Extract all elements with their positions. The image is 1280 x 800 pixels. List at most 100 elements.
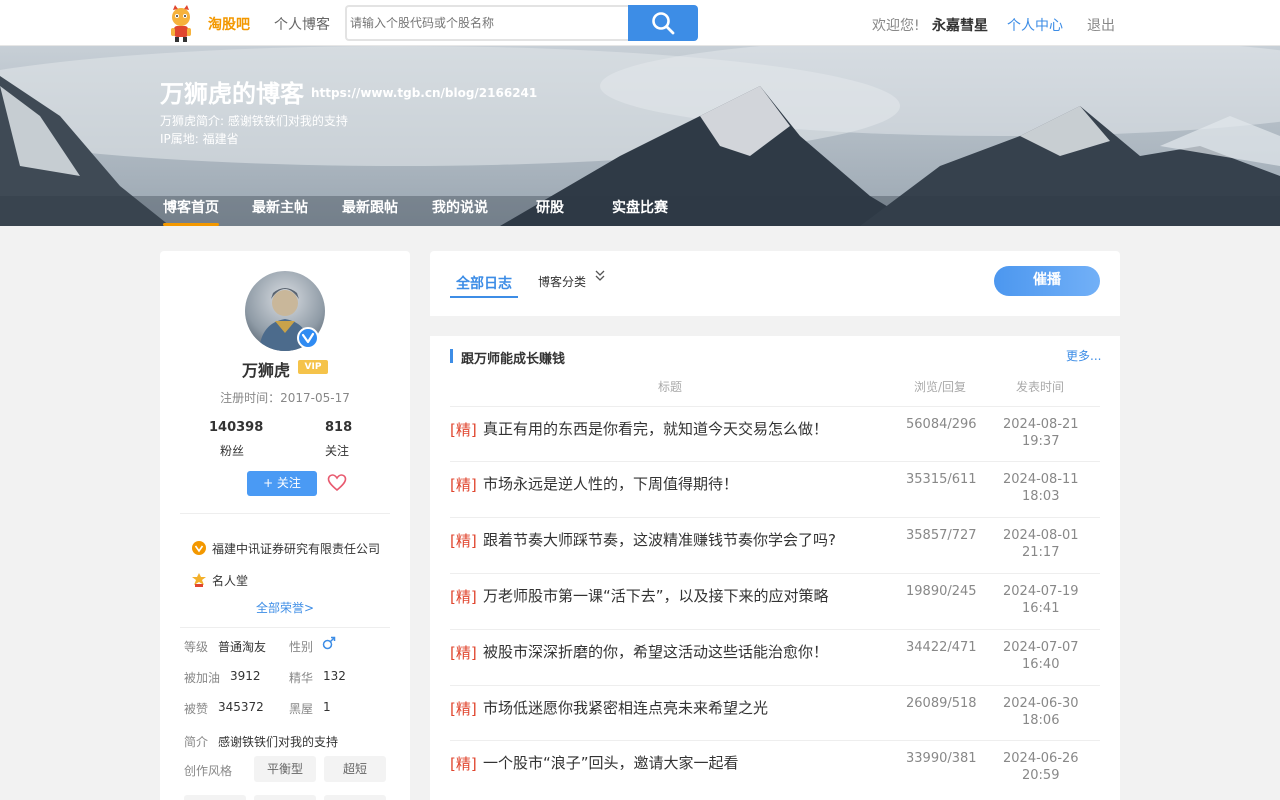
post-date: 2024-08-21 xyxy=(1003,417,1079,432)
blackhouse-label: 黑屋 xyxy=(289,702,314,716)
section-marker xyxy=(450,349,453,363)
blog-intro: 万狮虎简介: 感谢铁铁们对我的支持 xyxy=(160,114,348,128)
post-date: 2024-06-26 xyxy=(1003,751,1079,766)
post-views: 34422/471 xyxy=(906,640,977,655)
profile-name: 万狮虎 xyxy=(242,361,291,380)
essence-tag: [精] xyxy=(450,532,477,550)
broadcast-button[interactable]: 催播 xyxy=(994,266,1100,296)
cheer-value: 3912 xyxy=(230,669,261,683)
essence-tag: [精] xyxy=(450,588,477,606)
follow-button[interactable]: + 关注 xyxy=(247,471,317,496)
tab-all-logs[interactable]: 全部日志 xyxy=(456,273,512,293)
post-time: 20:59 xyxy=(1022,768,1060,783)
welcome-text: 欢迎您! xyxy=(872,18,920,34)
table-row[interactable]: [精] 万老师股市第一课“活下去”，以及接下来的应对策略 19890/245 2… xyxy=(450,573,1100,629)
gender-label: 性别 xyxy=(289,640,314,654)
essence-tag: [精] xyxy=(450,700,477,718)
divider xyxy=(180,513,390,514)
post-time: 18:03 xyxy=(1022,489,1060,504)
cheer-label: 被加油 xyxy=(184,671,221,685)
post-title[interactable]: 被股市深深折磨的你，希望这活动这些话能治愈你！ xyxy=(483,641,828,662)
blog-ip-location: IP属地: 福建省 xyxy=(160,132,239,146)
honor-hall-of-fame[interactable]: 名人堂 xyxy=(192,572,248,589)
brand-link[interactable]: 淘股吧 xyxy=(208,14,250,34)
post-time: 16:41 xyxy=(1022,601,1060,616)
logout-link[interactable]: 退出 xyxy=(1087,15,1115,35)
post-title[interactable]: 万老师股市第一课“活下去”，以及接下来的应对策略 xyxy=(483,585,829,606)
post-views: 19890/245 xyxy=(906,584,977,599)
honor-hall-label: 名人堂 xyxy=(212,574,249,588)
tab-live-contest[interactable]: 实盘比赛 xyxy=(612,197,668,217)
post-views: 33990/381 xyxy=(906,751,977,766)
post-title[interactable]: 市场低迷愿你我紧密相连点亮未来希望之光 xyxy=(483,697,768,718)
table-row[interactable]: [精] 一个股市“浪子”回头，邀请大家一起看 33990/381 2024-06… xyxy=(450,740,1100,796)
tab-latest-replies[interactable]: 最新跟帖 xyxy=(342,197,398,217)
bio-value: 感谢铁铁们对我的支持 xyxy=(218,735,339,749)
post-views: 56084/296 xyxy=(906,417,977,432)
post-title[interactable]: 跟着节奏大师踩节奏，这波精准赚钱节奏你学会了吗? xyxy=(483,529,836,550)
post-title[interactable]: 市场永远是逆人性的，下周值得期待！ xyxy=(483,473,738,494)
honor-company[interactable]: 福建中讯证券研究有限责任公司 xyxy=(192,540,380,557)
post-date: 2024-08-01 xyxy=(1003,528,1079,543)
post-views: 26089/518 xyxy=(906,696,977,711)
essence-value: 132 xyxy=(323,669,346,683)
post-title[interactable]: 一个股市“浪子”回头，邀请大家一起看 xyxy=(483,752,739,773)
tab-stock-research[interactable]: 研股 xyxy=(536,197,564,217)
tab-blog-home[interactable]: 博客首页 xyxy=(163,197,219,226)
style-label: 创作风格 xyxy=(184,764,233,778)
table-row[interactable]: [精] 市场永远是逆人性的，下周值得期待！ 35315/611 2024-08-… xyxy=(450,461,1100,517)
fans-label: 粉丝 xyxy=(220,444,245,458)
search-box xyxy=(345,5,630,41)
all-honors-link[interactable]: 全部荣誉> xyxy=(160,599,410,616)
fans-count[interactable]: 140398 xyxy=(209,420,263,435)
table-row[interactable]: [精] 市场低迷愿你我紧密相连点亮未来希望之光 26089/518 2024-0… xyxy=(450,685,1100,741)
top-bar: 淘股吧 个人博客 欢迎您! 永嘉彗星 个人中心 退出 xyxy=(0,0,1280,46)
essence-tag: [精] xyxy=(450,755,477,773)
level-value: 普通淘友 xyxy=(218,640,267,654)
certified-org-icon xyxy=(192,541,206,555)
post-list-panel: 跟万师能成长赚钱 更多... 标题 浏览/回复 发表时间 [精] 真正有用的东西… xyxy=(430,336,1120,800)
search-icon xyxy=(652,12,675,35)
post-date: 2024-07-19 xyxy=(1003,584,1079,599)
blog-url[interactable]: https://www.tgb.cn/blog/2166241 xyxy=(311,86,537,100)
tab-blog-category[interactable]: 博客分类 xyxy=(538,273,586,290)
column-header-title: 标题 xyxy=(658,380,683,394)
blackhouse-value: 1 xyxy=(323,700,331,714)
double-chevron-down-icon[interactable] xyxy=(594,269,606,283)
more-link[interactable]: 更多... xyxy=(1066,347,1101,364)
post-title[interactable]: 真正有用的东西是你看完，就知道今天交易怎么做！ xyxy=(483,418,828,439)
style-tag-short-term: 超短 xyxy=(324,756,386,782)
essence-tag: [精] xyxy=(450,476,477,494)
male-icon xyxy=(322,636,336,650)
post-views: 35857/727 xyxy=(906,528,977,543)
nav-personal-blog[interactable]: 个人博客 xyxy=(274,14,330,34)
taoguba-logo-icon[interactable] xyxy=(165,4,197,42)
heart-icon[interactable] xyxy=(327,473,347,493)
tab-my-talks[interactable]: 我的说说 xyxy=(432,197,488,217)
post-time: 21:17 xyxy=(1022,545,1060,560)
tab-latest-posts[interactable]: 最新主帖 xyxy=(252,197,308,217)
verified-badge-icon xyxy=(297,327,319,349)
personal-center-link[interactable]: 个人中心 xyxy=(1007,15,1063,35)
table-row[interactable]: [精] 被股市深深折磨的你，希望这活动这些话能治愈你！ 34422/471 20… xyxy=(450,629,1100,685)
style-tag xyxy=(254,795,316,800)
table-row[interactable]: [精] 真正有用的东西是你看完，就知道今天交易怎么做！ 56084/296 20… xyxy=(450,406,1100,462)
honor-company-label: 福建中讯证券研究有限责任公司 xyxy=(212,542,381,556)
table-row[interactable]: [精] 跟着节奏大师踩节奏，这波精准赚钱节奏你学会了吗? 35857/727 2… xyxy=(450,517,1100,573)
following-count[interactable]: 818 xyxy=(325,420,352,435)
post-date: 2024-08-11 xyxy=(1003,472,1079,487)
likes-value: 345372 xyxy=(218,700,264,714)
following-label: 关注 xyxy=(325,444,350,458)
essence-tag: [精] xyxy=(450,644,477,662)
active-tab-indicator xyxy=(450,296,518,298)
search-input[interactable] xyxy=(347,7,630,39)
style-tag xyxy=(184,795,246,800)
post-time: 19:37 xyxy=(1022,434,1060,449)
register-time: 注册时间：2017-05-17 xyxy=(220,391,350,405)
divider xyxy=(180,627,390,628)
bio-label: 简介 xyxy=(184,735,209,749)
search-button[interactable] xyxy=(628,5,698,41)
style-tag xyxy=(324,795,386,800)
username-link[interactable]: 永嘉彗星 xyxy=(932,15,988,35)
likes-label: 被赞 xyxy=(184,702,209,716)
